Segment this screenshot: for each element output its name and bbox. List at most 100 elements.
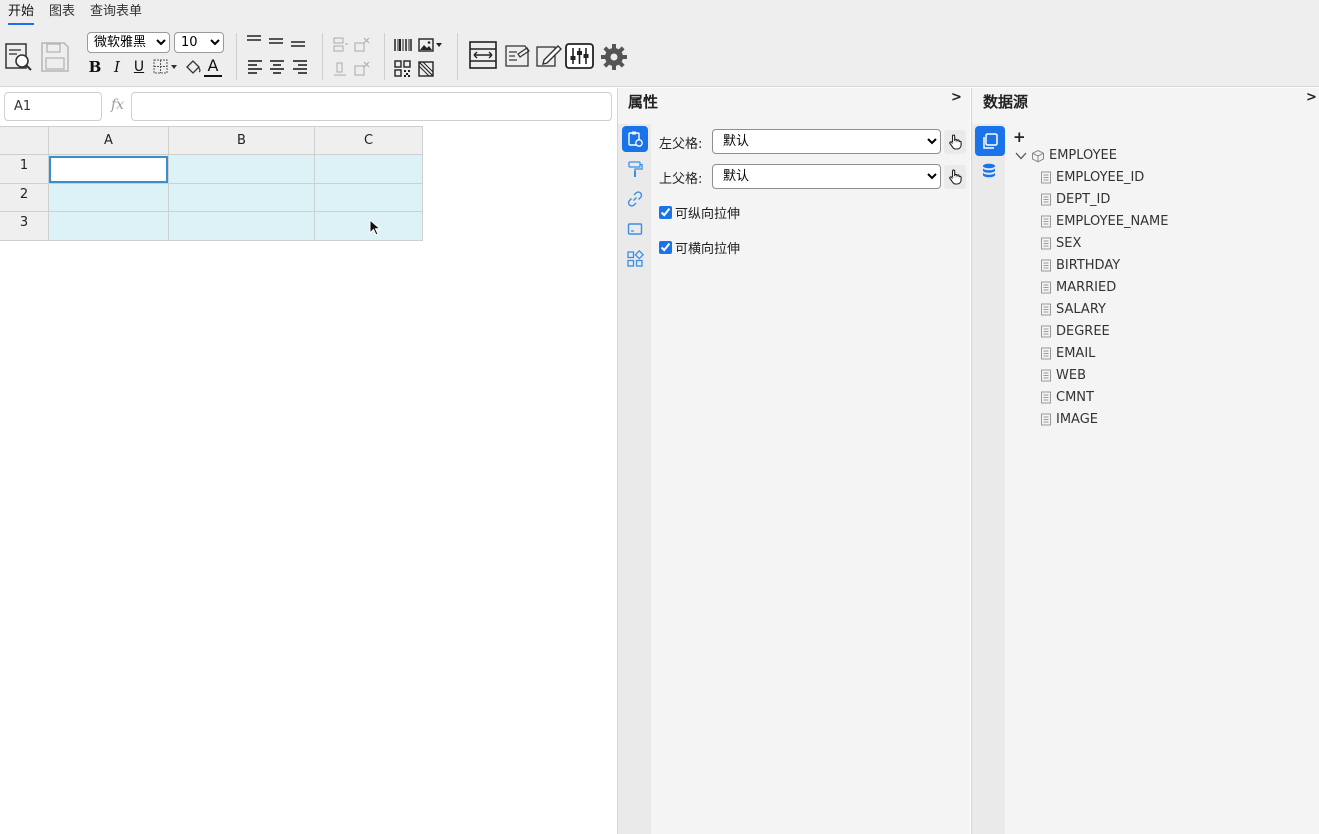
align-right-button[interactable] xyxy=(291,58,309,76)
toolbar-separator xyxy=(457,33,458,80)
top-parent-select[interactable]: 默认 xyxy=(712,164,941,189)
fill-color-button[interactable] xyxy=(183,58,203,76)
cell-c2[interactable] xyxy=(315,184,423,212)
qrcode-button[interactable] xyxy=(393,60,413,78)
edit-button[interactable] xyxy=(534,42,562,70)
align-left-button[interactable] xyxy=(246,58,264,76)
datasource-title: 数据源 xyxy=(983,93,1029,111)
hyperlink-tab[interactable] xyxy=(622,186,648,212)
database-tab[interactable] xyxy=(976,158,1002,184)
sliders-icon xyxy=(565,43,594,69)
properties-title: 属性 xyxy=(628,93,659,111)
adjust-settings-button[interactable] xyxy=(565,43,594,69)
field-item[interactable]: EMAIL xyxy=(1040,346,1095,361)
clear-image-button[interactable] xyxy=(417,60,437,78)
formula-input[interactable] xyxy=(131,92,612,121)
cell-b2[interactable] xyxy=(169,184,315,212)
form-style-button[interactable] xyxy=(503,42,531,70)
dataset-tab[interactable] xyxy=(975,126,1005,156)
field-item[interactable]: SALARY xyxy=(1040,302,1106,317)
border-button[interactable] xyxy=(152,58,180,76)
field-item[interactable]: EMPLOYEE_NAME xyxy=(1040,214,1169,229)
field-item[interactable]: SEX xyxy=(1040,236,1081,251)
field-item[interactable]: WEB xyxy=(1040,368,1086,383)
add-dataset-button[interactable]: + xyxy=(1013,128,1026,146)
field-item[interactable]: EMPLOYEE_ID xyxy=(1040,170,1144,185)
underline-button[interactable]: U xyxy=(130,58,148,76)
grid-corner[interactable] xyxy=(0,126,49,155)
display-tab[interactable] xyxy=(622,216,648,242)
dataset-node[interactable]: EMPLOYEE xyxy=(1015,148,1117,163)
horizontal-stretch-checkbox[interactable] xyxy=(659,241,672,254)
field-item[interactable]: BIRTHDAY xyxy=(1040,258,1120,273)
font-family-select[interactable]: 微软雅黑 xyxy=(87,32,170,53)
column-header-a[interactable]: A xyxy=(49,126,169,155)
left-parent-select[interactable]: 默认 xyxy=(712,129,941,154)
align-center-icon xyxy=(270,60,284,74)
barcode-button[interactable] xyxy=(393,36,413,54)
field-icon xyxy=(1041,303,1051,316)
properties-collapse-button[interactable]: > xyxy=(951,90,962,105)
column-header-b[interactable]: B xyxy=(169,126,315,155)
horizontal-stretch-label: 可横向拉伸 xyxy=(675,242,741,257)
align-center-button[interactable] xyxy=(268,58,286,76)
row-header-3[interactable]: 3 xyxy=(0,212,49,241)
tab-start[interactable]: 开始 xyxy=(8,3,35,25)
chevron-down-icon xyxy=(1015,152,1027,159)
top-parent-pick-button[interactable] xyxy=(944,165,966,189)
bold-button[interactable]: B xyxy=(86,58,104,76)
horizontal-stretch-option[interactable]: 可横向拉伸 xyxy=(659,238,740,257)
settings-button[interactable] xyxy=(600,43,628,71)
field-icon xyxy=(1041,325,1051,338)
field-item[interactable]: CMNT xyxy=(1040,390,1094,405)
widgets-tab[interactable] xyxy=(622,246,648,272)
grid-widgets-icon xyxy=(627,250,644,267)
field-item[interactable]: IMAGE xyxy=(1040,412,1098,427)
field-name: SALARY xyxy=(1056,302,1106,317)
cube-icon xyxy=(1032,149,1044,162)
cell-settings-icon xyxy=(628,131,643,147)
vertical-stretch-label: 可纵向拉伸 xyxy=(675,207,741,222)
save-button[interactable] xyxy=(40,41,70,73)
field-name: BIRTHDAY xyxy=(1056,258,1121,273)
cell-properties-tab[interactable] xyxy=(622,126,648,152)
cell-c1[interactable] xyxy=(315,155,423,184)
italic-button[interactable]: I xyxy=(108,58,126,76)
vertical-stretch-checkbox[interactable] xyxy=(659,206,672,219)
insert-row-button[interactable] xyxy=(331,36,349,54)
left-parent-pick-button[interactable] xyxy=(944,130,966,154)
cell-a3[interactable] xyxy=(49,212,169,241)
cell-a1-selection[interactable] xyxy=(49,156,168,183)
cell-b3[interactable] xyxy=(169,212,315,241)
field-name: DEGREE xyxy=(1056,324,1110,339)
page-layout-button[interactable] xyxy=(468,40,498,70)
top-parent-label: 上父格: xyxy=(659,172,703,187)
font-color-button[interactable]: A xyxy=(204,58,222,77)
tab-chart[interactable]: 图表 xyxy=(49,3,75,25)
field-item[interactable]: DEPT_ID xyxy=(1040,192,1110,207)
preview-button[interactable] xyxy=(4,41,34,73)
cell-b1[interactable] xyxy=(169,155,315,184)
delete-column-icon xyxy=(354,61,370,76)
insert-column-button[interactable] xyxy=(331,60,349,78)
font-size-select[interactable]: 10 xyxy=(174,32,224,53)
insert-image-button[interactable] xyxy=(417,36,445,54)
field-item[interactable]: DEGREE xyxy=(1040,324,1110,339)
tab-query-form[interactable]: 查询表单 xyxy=(90,3,142,25)
delete-row-button[interactable] xyxy=(353,36,371,54)
field-item[interactable]: MARRIED xyxy=(1040,280,1116,295)
row-header-1[interactable]: 1 xyxy=(0,155,49,184)
cell-a2[interactable] xyxy=(49,184,169,212)
style-tab[interactable] xyxy=(622,156,648,182)
datasource-collapse-button[interactable]: > xyxy=(1306,90,1317,105)
hand-pointer-icon xyxy=(949,169,962,185)
delete-column-button[interactable] xyxy=(353,60,371,78)
align-bottom-button[interactable] xyxy=(289,33,307,49)
row-header-2[interactable]: 2 xyxy=(0,184,49,212)
toolbar-separator xyxy=(384,33,385,80)
cell-reference-box[interactable]: A1 xyxy=(4,92,102,121)
vertical-stretch-option[interactable]: 可纵向拉伸 xyxy=(659,203,740,222)
align-top-button[interactable] xyxy=(245,33,263,49)
align-middle-button[interactable] xyxy=(267,33,285,49)
column-header-c[interactable]: C xyxy=(315,126,423,155)
